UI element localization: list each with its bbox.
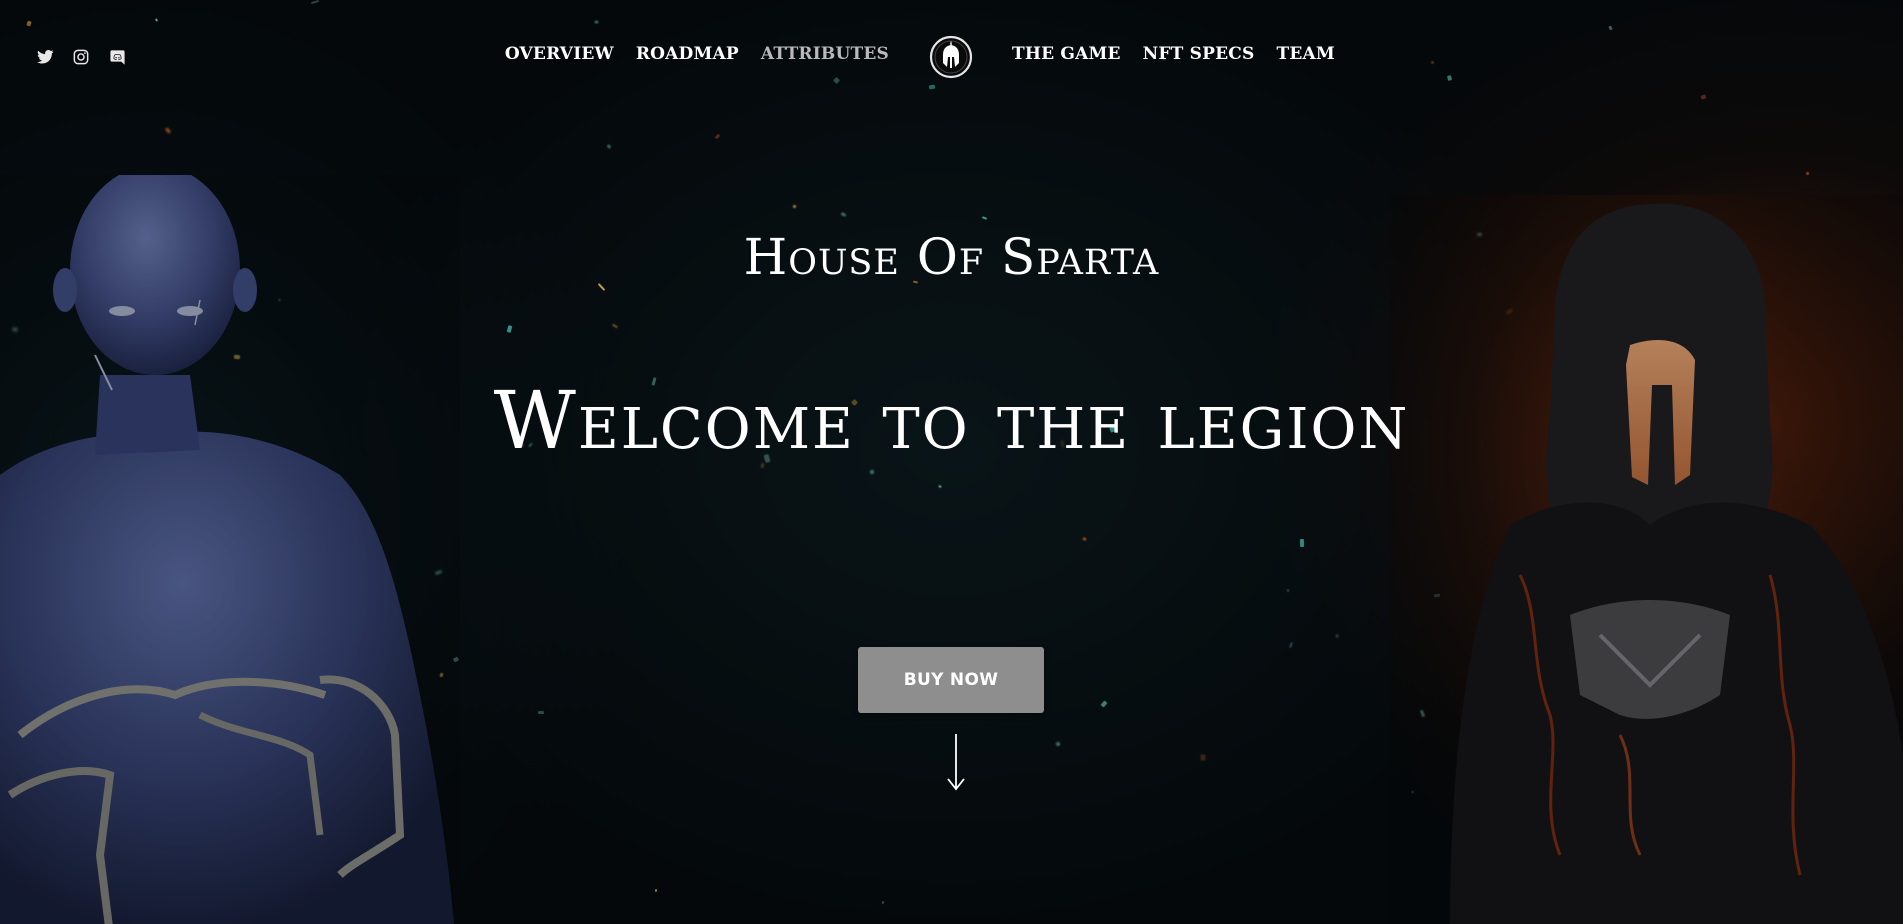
ember-particle — [1335, 634, 1339, 638]
social-links — [36, 48, 126, 66]
ember-particle — [938, 485, 942, 488]
ember-particle — [1100, 700, 1108, 708]
ember-particle — [1286, 588, 1290, 593]
discord-icon[interactable] — [108, 48, 126, 66]
ember-particle — [1299, 538, 1305, 548]
ember-particle — [1805, 171, 1810, 176]
nav-item-attributes[interactable]: ATTRIBUTES — [761, 44, 889, 64]
ember-particle — [1200, 754, 1206, 761]
nav-item-the-game[interactable]: THE GAME — [1012, 44, 1121, 64]
hero-subtitle: House Of Sparta — [743, 228, 1160, 286]
ember-particle — [714, 133, 721, 140]
buy-now-button[interactable]: BUY NOW — [858, 647, 1044, 713]
instagram-icon[interactable] — [72, 48, 90, 66]
site-header: OVERVIEW ROADMAP ATTRIBUTES THE GAME NFT… — [0, 0, 1903, 115]
ember-particle — [1055, 741, 1061, 747]
spartan-helmet-icon[interactable] — [929, 35, 973, 79]
ember-particle — [164, 127, 172, 134]
ember-particle — [611, 323, 619, 329]
arrow-down-icon[interactable] — [944, 732, 968, 792]
blue-warrior-figure — [0, 175, 460, 924]
ember-particle — [1082, 537, 1087, 541]
nav-item-roadmap[interactable]: ROADMAP — [636, 44, 739, 64]
nav-item-overview[interactable]: OVERVIEW — [505, 44, 614, 64]
ember-particle — [981, 216, 988, 220]
dark-spartan-figure — [1390, 195, 1903, 924]
nav-right: THE GAME NFT SPECS TEAM — [1012, 44, 1335, 64]
ember-particle — [606, 144, 612, 149]
ember-particle — [654, 888, 658, 893]
ember-particle — [792, 204, 797, 209]
nav-item-team[interactable]: TEAM — [1276, 44, 1334, 64]
landing-page: OVERVIEW ROADMAP ATTRIBUTES THE GAME NFT… — [0, 0, 1903, 924]
nav-left: OVERVIEW ROADMAP ATTRIBUTES — [505, 44, 889, 64]
ember-particle — [538, 711, 544, 714]
ember-particle — [840, 212, 847, 217]
nav-item-nft-specs[interactable]: NFT SPECS — [1143, 44, 1255, 64]
twitter-icon[interactable] — [36, 48, 54, 66]
hero-title: Welcome to the legion — [493, 374, 1410, 467]
ember-particle — [881, 900, 885, 905]
ember-particle — [506, 325, 513, 333]
ember-particle — [1288, 641, 1294, 649]
